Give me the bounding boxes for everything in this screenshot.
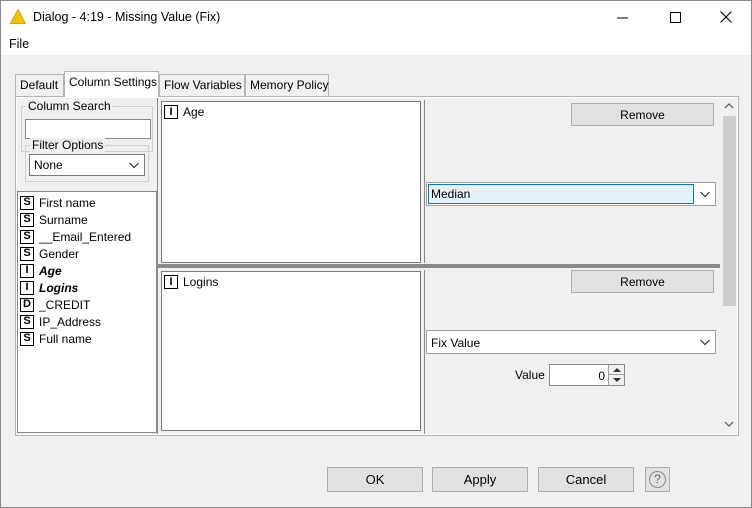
string-type-icon: S: [20, 229, 34, 244]
list-item[interactable]: I Age: [164, 105, 204, 119]
chevron-down-icon: [700, 191, 710, 198]
strategy-value: Fix Value: [431, 336, 481, 350]
setting-controls: Remove Fix Value Value 0: [424, 270, 722, 434]
filter-options-value: None: [34, 158, 63, 172]
integer-type-icon: I: [164, 275, 178, 289]
maximize-button[interactable]: [652, 1, 698, 33]
integer-type-icon: I: [20, 280, 34, 295]
close-button[interactable]: [703, 1, 749, 33]
strategy-select[interactable]: Median: [426, 182, 716, 206]
column-name: Age: [183, 105, 205, 119]
column-settings-panel: Column Search Filter Options None S Firs…: [15, 96, 739, 436]
caret-up-icon: [613, 368, 621, 372]
scroll-down-icon[interactable]: [720, 416, 737, 432]
tab-flow-variables[interactable]: Flow Variables: [159, 74, 245, 96]
tab-default[interactable]: Default: [15, 74, 64, 96]
value-text: 0: [598, 369, 605, 383]
string-type-icon: S: [20, 246, 34, 261]
column-name: __Email_Entered: [39, 229, 132, 244]
help-text: ?: [654, 472, 661, 486]
cancel-button[interactable]: Cancel: [538, 467, 634, 492]
selected-columns-box[interactable]: I Logins: [161, 271, 421, 431]
dialog-window: Dialog - 4:19 - Missing Value (Fix) File…: [0, 0, 752, 508]
value-label: Value: [515, 368, 545, 382]
remove-button[interactable]: Remove: [571, 103, 714, 126]
scroll-up-icon[interactable]: [720, 98, 737, 114]
caret-down-icon: [613, 378, 621, 382]
tab-memory-policy[interactable]: Memory Policy: [245, 74, 329, 96]
spinner-down-button[interactable]: [608, 375, 624, 385]
title-bar[interactable]: Dialog - 4:19 - Missing Value (Fix): [1, 1, 751, 33]
string-type-icon: S: [20, 212, 34, 227]
double-type-icon: D: [20, 297, 34, 312]
apply-button[interactable]: Apply: [432, 467, 528, 492]
list-item[interactable]: I Age: [20, 262, 62, 279]
menu-bar: File: [1, 33, 751, 55]
list-item[interactable]: I Logins: [20, 279, 78, 296]
menu-file[interactable]: File: [9, 37, 29, 51]
strategy-value: Median: [431, 187, 471, 201]
column-list[interactable]: S First name S Surname S __Email_Entered…: [17, 191, 157, 433]
chevron-down-icon: [700, 339, 710, 346]
string-type-icon: S: [20, 331, 34, 346]
close-icon: [720, 11, 732, 23]
list-item[interactable]: S IP_Address: [20, 313, 101, 330]
column-name: IP_Address: [39, 314, 102, 329]
column-setting-row-logins: I Logins Remove Fix Value Value 0: [158, 268, 724, 434]
setting-controls: Remove Median: [424, 100, 722, 263]
window-title: Dialog - 4:19 - Missing Value (Fix): [33, 10, 221, 24]
column-name: Logins: [183, 275, 219, 289]
list-item[interactable]: S __Email_Entered: [20, 228, 131, 245]
help-button[interactable]: ?: [645, 467, 670, 492]
vertical-scrollbar[interactable]: [720, 98, 737, 434]
list-item[interactable]: S First name: [20, 194, 96, 211]
selected-columns-box[interactable]: I Age: [161, 101, 421, 263]
warning-triangle-icon: [10, 9, 26, 24]
strategy-select[interactable]: Fix Value: [426, 330, 716, 354]
scrollbar-thumb[interactable]: [723, 116, 736, 306]
column-name: First name: [39, 195, 96, 210]
minimize-button[interactable]: [599, 1, 645, 33]
maximize-icon: [669, 11, 681, 23]
list-item[interactable]: S Surname: [20, 211, 88, 228]
filter-options-group: Filter Options None: [25, 138, 149, 182]
column-name: Logins: [39, 280, 79, 295]
column-name: Surname: [39, 212, 88, 227]
list-item[interactable]: D _CREDIT: [20, 296, 90, 313]
filter-options-label: Filter Options: [30, 138, 106, 152]
column-name: Full name: [39, 331, 92, 346]
column-search-label: Column Search: [26, 99, 113, 113]
integer-type-icon: I: [164, 105, 178, 119]
column-setting-row-age: I Age Remove Median: [158, 98, 724, 263]
spinner-up-button[interactable]: [608, 365, 624, 375]
minimize-icon: [616, 17, 628, 18]
string-type-icon: S: [20, 314, 34, 329]
value-spinner[interactable]: 0: [549, 364, 625, 386]
column-search-input[interactable]: [25, 119, 151, 139]
column-settings-scroll-area: I Age Remove Median I Logins Remove Fix …: [157, 98, 737, 434]
chevron-down-icon: [129, 162, 139, 169]
tab-column-settings[interactable]: Column Settings: [64, 71, 159, 97]
list-item[interactable]: I Logins: [164, 275, 218, 289]
column-list-pane: Column Search Filter Options None S Firs…: [17, 98, 157, 434]
column-name: Gender: [39, 246, 80, 261]
list-item[interactable]: S Gender: [20, 245, 79, 262]
integer-type-icon: I: [20, 263, 34, 278]
column-name: _CREDIT: [39, 297, 91, 312]
string-type-icon: S: [20, 195, 34, 210]
column-name: Age: [39, 263, 62, 278]
remove-button[interactable]: Remove: [571, 270, 714, 293]
ok-button[interactable]: OK: [327, 467, 423, 492]
filter-options-select[interactable]: None: [29, 154, 145, 176]
list-item[interactable]: S Full name: [20, 330, 92, 347]
